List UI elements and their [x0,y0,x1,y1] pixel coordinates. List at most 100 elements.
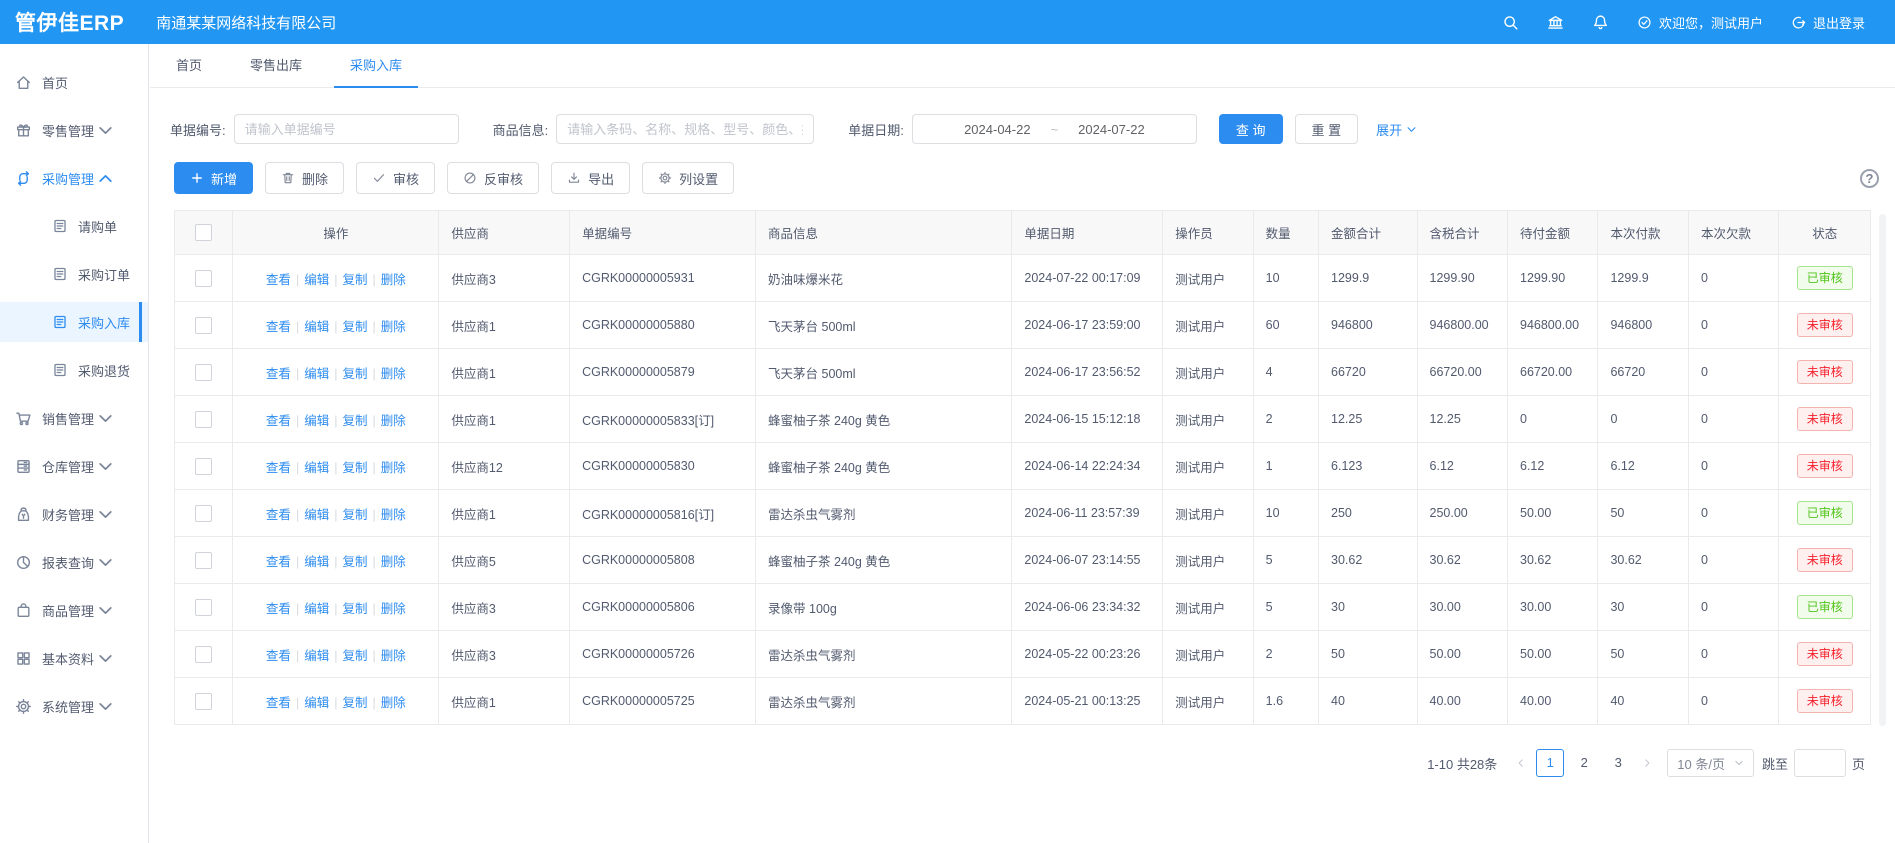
action-edit[interactable]: 编辑 [304,320,329,334]
action-copy[interactable]: 复制 [342,649,367,663]
page-size-select[interactable]: 10 条/页 [1667,749,1754,777]
sidebar-item-system-mgmt[interactable]: 系统管理 [0,686,148,726]
action-view[interactable]: 查看 [266,367,291,381]
page-3[interactable]: 3 [1604,749,1632,777]
sidebar-item-home[interactable]: 首页 [0,62,148,102]
action-edit[interactable]: 编辑 [304,367,329,381]
next-page-button[interactable] [1642,758,1652,768]
action-copy[interactable]: 复制 [342,461,367,475]
row-checkbox[interactable] [195,599,212,616]
search-button[interactable]: 查 询 [1219,114,1283,144]
row-checkbox[interactable] [195,458,212,475]
sidebar-item-finance-mgmt[interactable]: 财务管理 [0,494,148,534]
action-delete[interactable]: 删除 [381,367,406,381]
action-view[interactable]: 查看 [266,273,291,287]
action-view[interactable]: 查看 [266,414,291,428]
delete-button[interactable]: 删除 [265,162,344,194]
action-edit[interactable]: 编辑 [304,273,329,287]
action-delete[interactable]: 删除 [381,508,406,522]
action-delete[interactable]: 删除 [381,273,406,287]
tab-purchase-inbound[interactable]: 采购入库 [334,45,418,87]
sidebar-item-basic-data[interactable]: 基本资料 [0,638,148,678]
action-edit[interactable]: 编辑 [304,649,329,663]
action-copy[interactable]: 复制 [342,602,367,616]
action-view[interactable]: 查看 [266,508,291,522]
export-button[interactable]: 导出 [551,162,630,194]
table-scrollbar[interactable] [1879,214,1886,726]
row-checkbox[interactable] [195,364,212,381]
sidebar-item-warehouse-mgmt[interactable]: 仓库管理 [0,446,148,486]
table-row: 查看|编辑|复制|删除供应商3CGRK00000005806录像带 100g20… [175,584,1871,631]
action-view[interactable]: 查看 [266,555,291,569]
sidebar-subitem-purchase-return[interactable]: 采购退货 [0,350,148,390]
sidebar-item-product-mgmt[interactable]: 商品管理 [0,590,148,630]
sidebar-subitem-purchase-order[interactable]: 采购订单 [0,254,148,294]
action-edit[interactable]: 编辑 [304,414,329,428]
tab-home[interactable]: 首页 [160,45,218,87]
bank-icon[interactable] [1547,14,1564,31]
sidebar-item-report-query[interactable]: 报表查询 [0,542,148,582]
unaudit-button[interactable]: 反审核 [447,162,539,194]
chevron-down-icon [97,506,114,523]
expand-link[interactable]: 展开 [1376,120,1417,139]
action-separator: | [372,414,375,428]
action-delete[interactable]: 删除 [381,602,406,616]
action-delete[interactable]: 删除 [381,461,406,475]
column-settings-button[interactable]: 列设置 [642,162,734,194]
action-edit[interactable]: 编辑 [304,508,329,522]
page-2[interactable]: 2 [1570,749,1598,777]
action-view[interactable]: 查看 [266,320,291,334]
action-view[interactable]: 查看 [266,649,291,663]
jump-page-input[interactable] [1794,749,1846,777]
row-checkbox[interactable] [195,411,212,428]
date-range-input[interactable]: 2024-04-22 ~ 2024-07-22 [912,114,1197,144]
row-checkbox[interactable] [195,646,212,663]
row-checkbox[interactable] [195,317,212,334]
chevron-down-icon [1734,758,1744,768]
cell-payable: 30.00 [1508,584,1598,631]
action-delete[interactable]: 删除 [381,555,406,569]
product-info-input[interactable] [556,114,814,144]
row-checkbox[interactable] [195,552,212,569]
sidebar-item-purchase-mgmt[interactable]: 采购管理 [0,158,148,198]
action-edit[interactable]: 编辑 [304,696,329,710]
row-checkbox[interactable] [195,693,212,710]
user-menu[interactable]: 欢迎您，测试用户 [1637,13,1763,32]
reset-button[interactable]: 重 置 [1295,114,1359,144]
logout-button[interactable]: 退出登录 [1791,13,1865,32]
action-copy[interactable]: 复制 [342,320,367,334]
help-button[interactable]: ? [1860,169,1879,188]
row-checkbox[interactable] [195,505,212,522]
sidebar-subitem-purchase-request[interactable]: 请购单 [0,206,148,246]
action-copy[interactable]: 复制 [342,273,367,287]
action-view[interactable]: 查看 [266,602,291,616]
sidebar-subitem-purchase-inbound[interactable]: 采购入库 [0,302,148,342]
action-edit[interactable]: 编辑 [304,461,329,475]
action-delete[interactable]: 删除 [381,320,406,334]
top-bar: 管伊佳ERP 南通某某网络科技有限公司 欢迎您，测试用户 退出登录 [0,0,1895,44]
action-edit[interactable]: 编辑 [304,602,329,616]
tab-retail-outbound[interactable]: 零售出库 [234,45,318,87]
add-button[interactable]: 新增 [174,162,253,194]
action-delete[interactable]: 删除 [381,414,406,428]
action-copy[interactable]: 复制 [342,696,367,710]
select-all-checkbox[interactable] [195,224,212,241]
action-copy[interactable]: 复制 [342,508,367,522]
action-view[interactable]: 查看 [266,696,291,710]
prev-page-button[interactable] [1516,758,1526,768]
search-icon[interactable] [1502,14,1519,31]
audit-button[interactable]: 审核 [356,162,435,194]
action-edit[interactable]: 编辑 [304,555,329,569]
action-copy[interactable]: 复制 [342,367,367,381]
sidebar-item-sales-mgmt[interactable]: 销售管理 [0,398,148,438]
bell-icon[interactable] [1592,14,1609,31]
action-view[interactable]: 查看 [266,461,291,475]
action-delete[interactable]: 删除 [381,649,406,663]
action-delete[interactable]: 删除 [381,696,406,710]
doc-no-input[interactable] [234,114,459,144]
row-checkbox[interactable] [195,270,212,287]
action-copy[interactable]: 复制 [342,414,367,428]
sidebar-item-retail-mgmt[interactable]: 零售管理 [0,110,148,150]
action-copy[interactable]: 复制 [342,555,367,569]
page-1[interactable]: 1 [1536,749,1564,777]
